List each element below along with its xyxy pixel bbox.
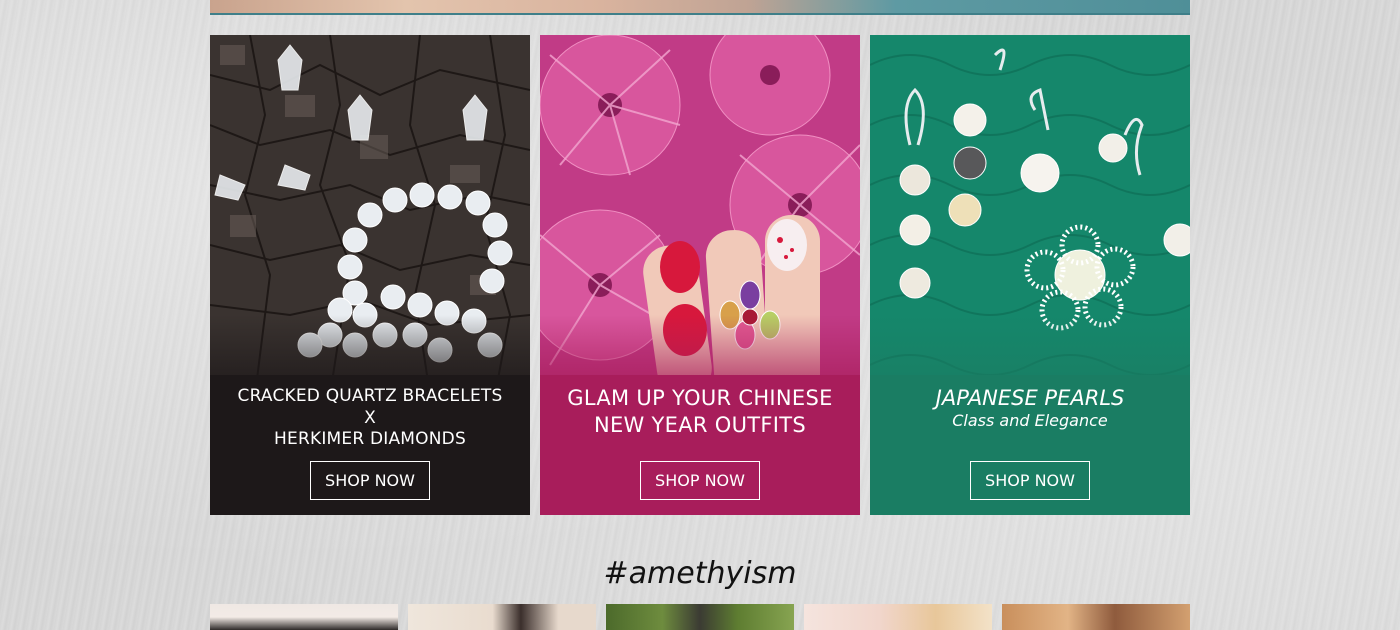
- shop-now-button[interactable]: SHOP NOW: [640, 461, 760, 500]
- caption-line: HERKIMER DIAMONDS: [274, 429, 466, 449]
- top-banner-image[interactable]: [210, 0, 1190, 15]
- promo-card-japanese-pearls[interactable]: JAPANESE PEARLS Class and Elegance SHOP …: [870, 35, 1190, 515]
- instagram-thumbnail[interactable]: [210, 604, 398, 630]
- instagram-thumbnail[interactable]: [804, 604, 992, 630]
- caption-line: GLAM UP YOUR CHINESE: [567, 386, 833, 410]
- promo-title: JAPANESE PEARLS: [935, 386, 1125, 410]
- promo-card-chinese-new-year[interactable]: GLAM UP YOUR CHINESE NEW YEAR OUTFITS SH…: [540, 35, 860, 515]
- promo-caption: CRACKED QUARTZ BRACELETS X HERKIMER DIAM…: [210, 386, 530, 451]
- instagram-thumbnail[interactable]: [1002, 604, 1190, 630]
- caption-line: X: [364, 407, 376, 428]
- promo-subtitle: Class and Elegance: [952, 411, 1108, 430]
- shop-now-button[interactable]: SHOP NOW: [310, 461, 430, 500]
- instagram-thumbnail[interactable]: [606, 604, 794, 630]
- shop-now-button[interactable]: SHOP NOW: [970, 461, 1090, 500]
- promo-card-cracked-quartz[interactable]: CRACKED QUARTZ BRACELETS X HERKIMER DIAM…: [210, 35, 530, 515]
- caption-line: CRACKED QUARTZ BRACELETS: [237, 386, 503, 406]
- instagram-thumbnail[interactable]: [408, 604, 596, 630]
- promo-caption: GLAM UP YOUR CHINESE NEW YEAR OUTFITS: [540, 385, 860, 439]
- caption-line: NEW YEAR OUTFITS: [593, 413, 807, 437]
- instagram-hashtag-heading: #amethyism: [603, 556, 797, 591]
